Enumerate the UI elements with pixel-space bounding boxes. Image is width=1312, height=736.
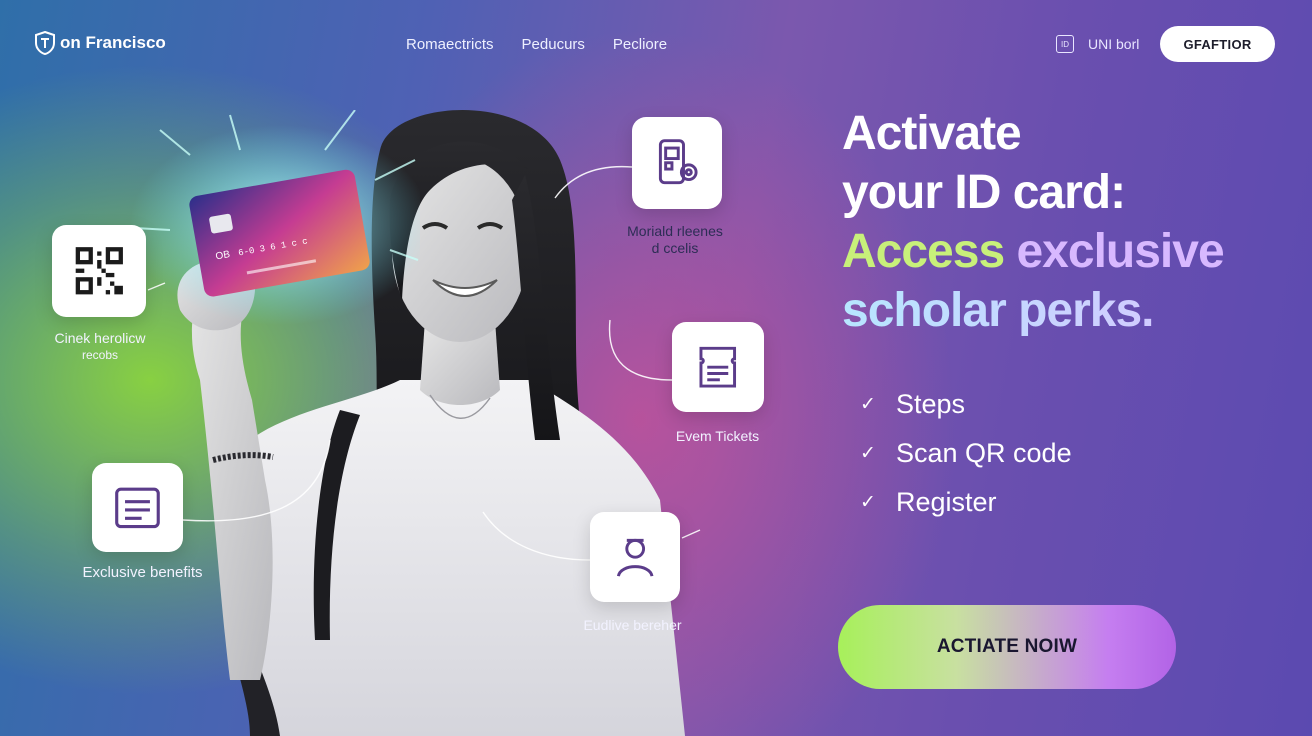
nav-item-3[interactable]: Pecliore: [613, 36, 667, 53]
headline-line-1: Activate: [842, 107, 1022, 160]
step-label: Steps: [896, 389, 966, 419]
id-link-label: UNI borl: [1088, 36, 1140, 52]
exclusive-perks-caption: Eudlive bereher: [583, 617, 682, 633]
headline-line-2: your ID card:: [842, 166, 1126, 219]
qr-code-caption: Cinek herolicw recobs: [54, 330, 146, 362]
id-card-graphic: OB 6-0 3 6 1 c c: [130, 110, 420, 325]
main-nav: Romaectricts Peducurs Pecliore: [406, 36, 667, 53]
headline-access: Access: [842, 225, 1005, 278]
check-icon: ✓: [860, 492, 876, 513]
brand-logo[interactable]: on Francisco: [34, 31, 166, 55]
mobile-settings-icon: [658, 139, 698, 185]
nav-item-2[interactable]: Peducurs: [522, 36, 585, 53]
person-icon: [616, 538, 654, 577]
ticket-icon: [699, 346, 737, 388]
check-icon: ✓: [860, 443, 876, 464]
check-icon: ✓: [860, 394, 876, 415]
exclusive-benefits-caption: Exclusive benefits: [82, 564, 203, 581]
exclusive-perks-tile[interactable]: [590, 512, 680, 602]
qr-code-icon: [75, 247, 123, 295]
brand-name: on Francisco: [60, 33, 166, 52]
steps-list: ✓ Steps ✓ Scan QR code ✓ Register: [860, 380, 1072, 527]
id-link[interactable]: ID UNI borl: [1056, 35, 1139, 53]
activate-now-button[interactable]: ACTIATE NOIW: [838, 605, 1176, 689]
nav-item-1[interactable]: Romaectricts: [406, 36, 494, 53]
step-item: ✓ Register: [860, 478, 1072, 527]
headline-line-4: scholar perks.: [842, 281, 1224, 340]
exclusive-benefits-tile[interactable]: [92, 463, 183, 552]
step-label: Register: [896, 487, 997, 517]
mobile-settings-caption: Moriald rleenes d ccelis: [627, 223, 723, 256]
id-card-icon: ID: [1056, 35, 1074, 53]
event-tickets-tile[interactable]: [672, 322, 764, 412]
shield-logo-icon: [35, 31, 55, 55]
step-label: Scan QR code: [896, 438, 1072, 468]
headline-exclusive: exclusive: [1016, 225, 1224, 278]
hero-headline: Activate your ID card: Access exclusive …: [842, 104, 1225, 340]
step-item: ✓ Scan QR code: [860, 429, 1072, 478]
step-item: ✓ Steps: [860, 380, 1072, 429]
headline-line-3: Access exclusive: [842, 222, 1225, 281]
event-tickets-caption: Evem Tickets: [675, 428, 760, 444]
list-icon: [115, 487, 160, 528]
qr-code-tile[interactable]: [52, 225, 146, 317]
mobile-settings-tile[interactable]: [632, 117, 722, 209]
header-button[interactable]: GFAFTIOR: [1160, 26, 1275, 62]
